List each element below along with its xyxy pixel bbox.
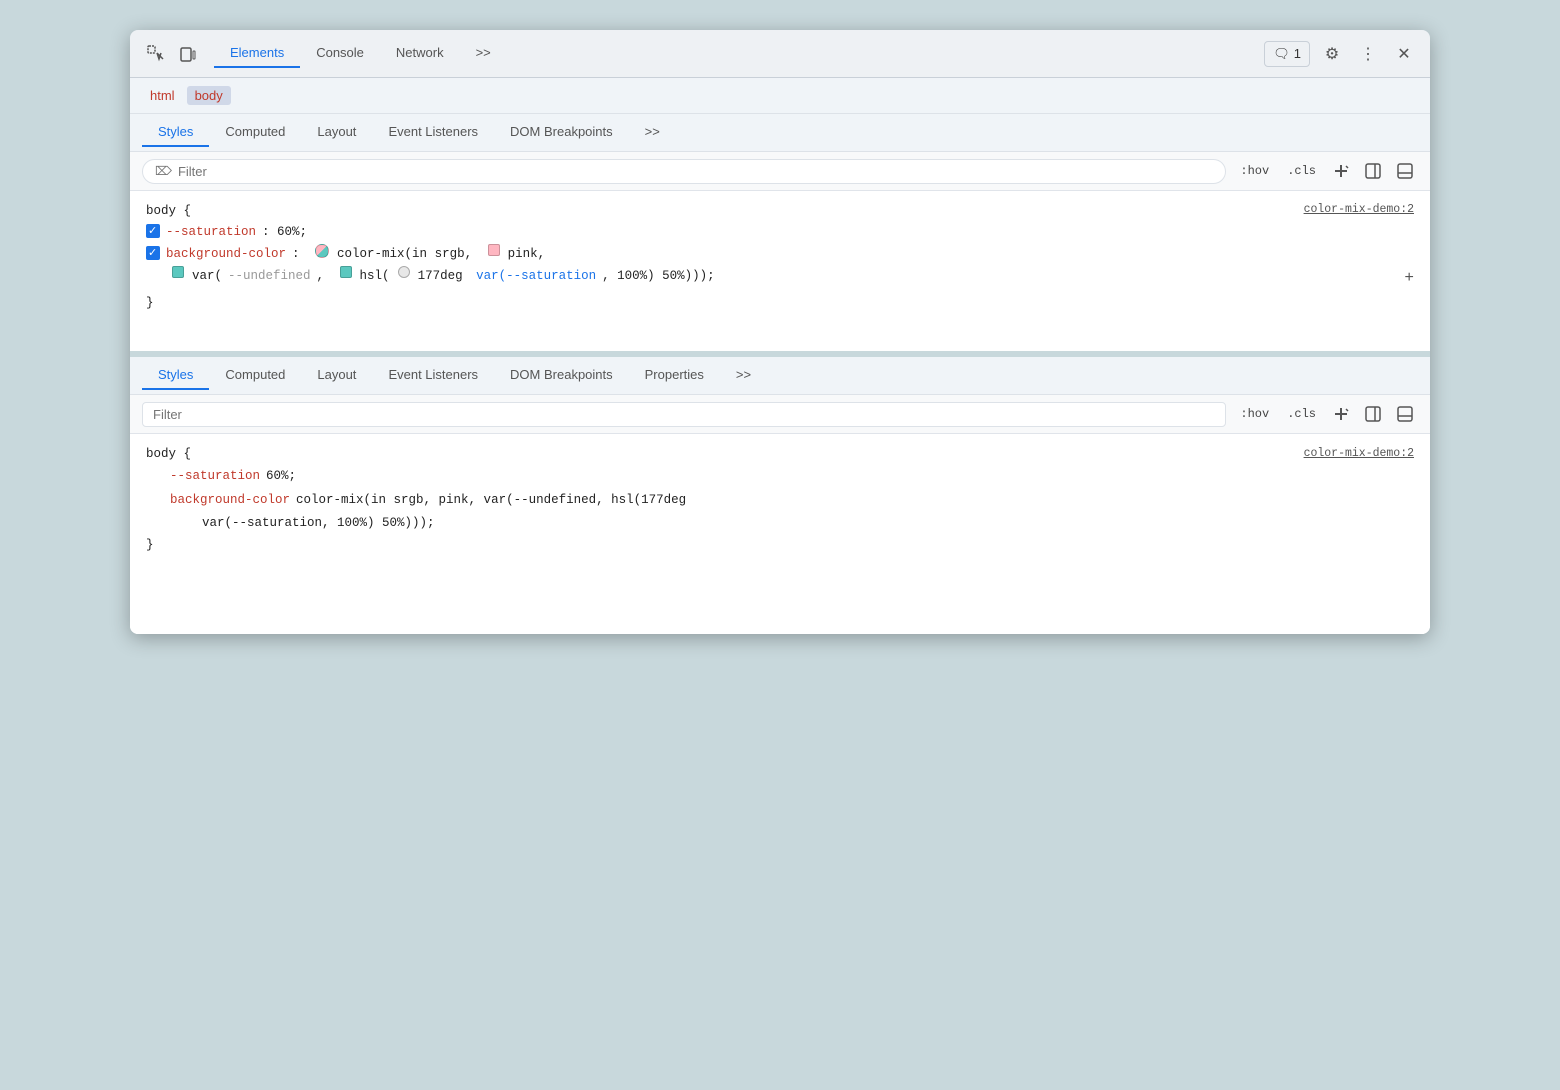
rule-header: body { color-mix-demo:2 [146,201,1414,221]
main-toolbar: Elements Console Network >> 🗨 1 ⚙ ⋮ ✕ [130,30,1430,78]
var-text: var( [192,266,222,286]
code-body2: --saturation 60%; background-color color… [146,465,1414,535]
source-link[interactable]: color-mix-demo:2 [1304,201,1414,219]
property2-saturation: --saturation 60%; [146,465,1414,488]
sub-tab-computed[interactable]: Computed [209,118,301,147]
color-mix-text: color-mix(in srgb, [337,244,480,264]
sub-tab2-event-listeners[interactable]: Event Listeners [372,361,494,390]
breadcrumb-html[interactable]: html [142,86,183,105]
filter-actions: :hov .cls [1234,158,1418,184]
sub-tab2-more[interactable]: >> [720,361,767,390]
selector-text: body { [146,201,191,221]
bgcolor-checkbox[interactable] [146,246,160,260]
property-bg-color: background-color : color-mix(in srgb, pi… [146,243,1414,265]
property2-bg-color: background-color color-mix(in srgb, pink… [146,489,1414,512]
close-icon[interactable]: ✕ [1390,40,1418,68]
more-options-icon[interactable]: ⋮ [1354,40,1382,68]
teal-swatch2[interactable] [340,266,352,278]
cls-button[interactable]: .cls [1281,161,1322,181]
bgcolor-prop-name[interactable]: background-color [166,244,286,264]
sub-tab-bar-top: Styles Computed Layout Event Listeners D… [130,114,1430,152]
panel-bottom: Styles Computed Layout Event Listeners D… [130,357,1430,634]
hsl-text: hsl( [360,266,390,286]
add-style-rule-icon[interactable] [1328,158,1354,184]
tab-network[interactable]: Network [380,39,460,68]
bgcolor2-prop-name[interactable]: background-color [170,490,290,511]
filter-funnel-icon: ⌦ [155,164,172,178]
devtools-window: Elements Console Network >> 🗨 1 ⚙ ⋮ ✕ ht… [130,30,1430,634]
tab-elements[interactable]: Elements [214,39,300,68]
filter-input[interactable] [178,164,1213,179]
main-tab-bar: Elements Console Network >> [214,39,507,68]
cls-button2[interactable]: .cls [1281,404,1322,424]
sub-tab2-computed[interactable]: Computed [209,361,301,390]
hsl-deg: 177deg [418,266,471,286]
filter-input-wrapper2 [142,402,1226,427]
tab-console[interactable]: Console [300,39,380,68]
breadcrumb-body[interactable]: body [187,86,231,105]
sub-tab2-properties[interactable]: Properties [629,361,720,390]
pink-text: pink, [508,244,546,264]
sub-tab-more[interactable]: >> [629,118,676,147]
saturation2-prop-name[interactable]: --saturation [170,466,260,487]
bgcolor2-cont: var(--saturation, 100%) 50%))); [202,513,435,534]
saturation-checkbox[interactable] [146,224,160,238]
hsl-circle-swatch[interactable] [398,266,410,278]
selector-text2: body { [146,444,191,465]
sub-tab-layout[interactable]: Layout [301,118,372,147]
badge-count: 1 [1294,46,1301,61]
expand-icon[interactable] [1392,158,1418,184]
saturation-prop-value: : 60%; [262,222,307,242]
property-bg-color-cont: var(--undefined, hsl( 177deg var(--satur… [146,265,1414,293]
bgcolor-colon: : [292,244,307,264]
pink-swatch[interactable] [488,244,500,256]
sub-tab-event-listeners[interactable]: Event Listeners [372,118,494,147]
property-saturation: --saturation : 60%; [146,221,1414,243]
teal-swatch[interactable] [172,266,184,278]
hsl-end: , 100%) 50%))); [602,266,715,286]
tab-more[interactable]: >> [460,39,507,68]
sub-tab2-styles[interactable]: Styles [142,361,209,390]
messages-badge[interactable]: 🗨 1 [1264,41,1310,67]
settings-icon[interactable]: ⚙ [1318,40,1346,68]
hov-button2[interactable]: :hov [1234,404,1275,424]
source-link2[interactable]: color-mix-demo:2 [1304,444,1414,464]
saturation-var-ref[interactable]: var(--saturation [476,266,596,286]
code-body: --saturation : 60%; background-color : c… [146,221,1414,293]
sub-tab-styles[interactable]: Styles [142,118,209,147]
sub-tab-dom-breakpoints[interactable]: DOM Breakpoints [494,118,629,147]
message-icon: 🗨 [1273,46,1290,62]
sub-tab2-layout[interactable]: Layout [301,361,372,390]
add-property-icon[interactable]: + [1404,266,1414,292]
saturation-prop-name[interactable]: --saturation [166,222,256,242]
toggle-sidebar-icon2[interactable] [1360,401,1386,427]
code-area-top: body { color-mix-demo:2 --saturation : 6… [130,191,1430,351]
filter-input2[interactable] [153,407,1215,422]
inspect-icon[interactable] [142,40,170,68]
device-icon[interactable] [174,40,202,68]
close-brace: } [146,293,1414,313]
toggle-sidebar-icon[interactable] [1360,158,1386,184]
sub-tab2-dom-breakpoints[interactable]: DOM Breakpoints [494,361,629,390]
property2-bg-color-cont: var(--saturation, 100%) 50%))); [146,512,1414,535]
bgcolor2-value: color-mix(in srgb, pink, var(--undefined… [296,490,686,511]
filter-actions2: :hov .cls [1234,401,1418,427]
toolbar-right: 🗨 1 ⚙ ⋮ ✕ [1264,40,1418,68]
color-mix-swatch[interactable] [315,244,329,258]
sub-tab-bar-bottom: Styles Computed Layout Event Listeners D… [130,357,1430,395]
filter-input-wrapper: ⌦ [142,159,1226,184]
filter-bar-top: ⌦ :hov .cls [130,152,1430,191]
saturation2-value: 60%; [266,466,296,487]
close-brace2: } [146,535,1414,556]
hov-button[interactable]: :hov [1234,161,1275,181]
panel-top: Styles Computed Layout Event Listeners D… [130,114,1430,357]
expand-icon2[interactable] [1392,401,1418,427]
breadcrumb-bar: html body [130,78,1430,114]
rule-header2: body { color-mix-demo:2 [146,444,1414,465]
add-style-rule-icon2[interactable] [1328,401,1354,427]
filter-bar-bottom: :hov .cls [130,395,1430,434]
code-area-bottom: body { color-mix-demo:2 --saturation 60%… [130,434,1430,634]
